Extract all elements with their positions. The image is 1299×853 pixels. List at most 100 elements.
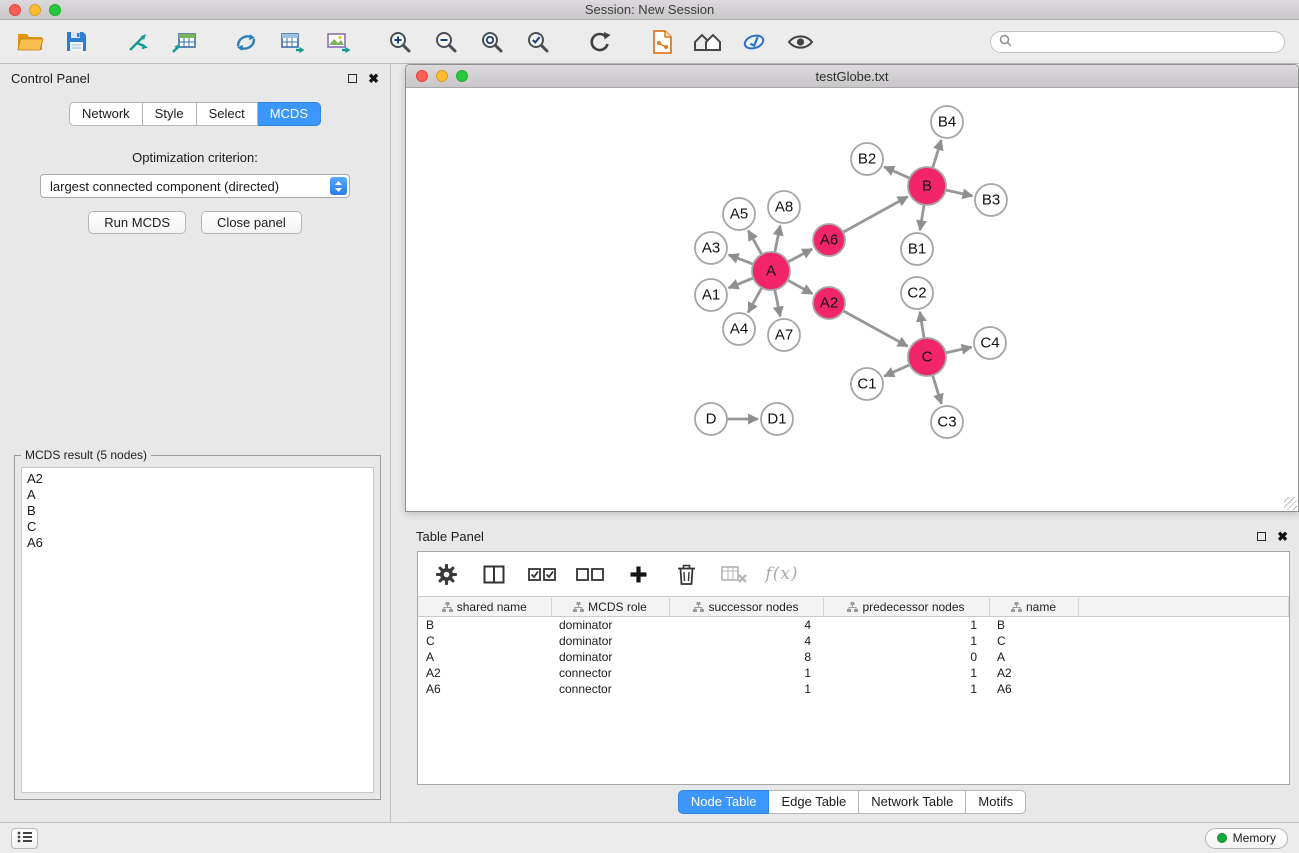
- table-row[interactable]: A2connector11A2: [418, 665, 1289, 681]
- cell[interactable]: dominator: [551, 649, 669, 665]
- cell[interactable]: 1: [823, 633, 989, 649]
- cell[interactable]: A6: [989, 681, 1078, 697]
- share-network-icon[interactable]: [230, 26, 262, 58]
- open-folder-icon[interactable]: [14, 26, 46, 58]
- table-row[interactable]: A6connector11A6: [418, 681, 1289, 697]
- zoom-selected-icon[interactable]: [522, 26, 554, 58]
- minimize-window-icon[interactable]: [29, 4, 41, 16]
- column-icon[interactable]: [480, 560, 508, 588]
- cell[interactable]: A6: [418, 681, 551, 697]
- cell[interactable]: connector: [551, 665, 669, 681]
- settings-gear-icon[interactable]: [432, 560, 460, 588]
- node-C4[interactable]: C4: [974, 327, 1006, 359]
- cell[interactable]: B: [989, 617, 1078, 633]
- tab-select[interactable]: Select: [197, 102, 258, 126]
- zoom-out-icon[interactable]: [430, 26, 462, 58]
- cell[interactable]: A2: [989, 665, 1078, 681]
- cell[interactable]: 1: [823, 665, 989, 681]
- function-fx-icon[interactable]: f(x): [768, 560, 796, 588]
- node-C3[interactable]: C3: [931, 406, 963, 438]
- eye-icon[interactable]: [784, 26, 816, 58]
- add-icon[interactable]: [624, 560, 652, 588]
- refresh-icon[interactable]: [584, 26, 616, 58]
- cell[interactable]: A: [989, 649, 1078, 665]
- cell[interactable]: 8: [669, 649, 823, 665]
- task-history-button[interactable]: [11, 828, 38, 849]
- node-A3[interactable]: A3: [695, 232, 727, 264]
- result-item[interactable]: C: [27, 519, 368, 535]
- close-table-panel-icon[interactable]: ✖: [1277, 530, 1288, 543]
- cell[interactable]: 4: [669, 633, 823, 649]
- home-icon[interactable]: [692, 26, 724, 58]
- result-item[interactable]: A: [27, 487, 368, 503]
- node-C1[interactable]: C1: [851, 368, 883, 400]
- style-check-icon[interactable]: [738, 26, 770, 58]
- cell[interactable]: A2: [418, 665, 551, 681]
- node-B1[interactable]: B1: [901, 233, 933, 265]
- network-canvas[interactable]: B4B2BB3A5A8A6B1A3AC2A1A2A4A7CC4C1C3DD1: [406, 89, 1298, 511]
- close-panel-icon[interactable]: ✖: [368, 72, 379, 85]
- network-zoom-icon[interactable]: [456, 70, 468, 82]
- float-table-panel-icon[interactable]: [1257, 532, 1266, 541]
- node-A[interactable]: A: [752, 252, 790, 290]
- export-image-icon[interactable]: [322, 26, 354, 58]
- column-header-MCDS-role[interactable]: MCDS role: [551, 597, 669, 617]
- zoom-in-icon[interactable]: [384, 26, 416, 58]
- node-A8[interactable]: A8: [768, 191, 800, 223]
- table-row[interactable]: Cdominator41C: [418, 633, 1289, 649]
- resize-grip[interactable]: [1284, 497, 1297, 510]
- node-A2[interactable]: A2: [813, 287, 845, 319]
- column-header-successor-nodes[interactable]: successor nodes: [669, 597, 823, 617]
- node-B[interactable]: B: [908, 167, 946, 205]
- export-table-icon[interactable]: [276, 26, 308, 58]
- optimization-criterion-dropdown[interactable]: largest connected component (directed): [40, 174, 350, 198]
- result-item[interactable]: A6: [27, 535, 368, 551]
- run-mcds-button[interactable]: Run MCDS: [88, 211, 186, 234]
- node-B4[interactable]: B4: [931, 106, 963, 138]
- column-header-shared-name[interactable]: shared name: [418, 597, 551, 617]
- node-D1[interactable]: D1: [761, 403, 793, 435]
- network-minimize-icon[interactable]: [436, 70, 448, 82]
- tab-network-table[interactable]: Network Table: [859, 790, 966, 814]
- result-item[interactable]: A2: [27, 471, 368, 487]
- close-panel-button[interactable]: Close panel: [201, 211, 302, 234]
- tab-mcds[interactable]: MCDS: [258, 102, 321, 126]
- network-close-icon[interactable]: [416, 70, 428, 82]
- cell[interactable]: dominator: [551, 633, 669, 649]
- deselect-all-checks-icon[interactable]: [576, 560, 604, 588]
- tab-motifs[interactable]: Motifs: [966, 790, 1026, 814]
- trash-icon[interactable]: [672, 560, 700, 588]
- cell[interactable]: A: [418, 649, 551, 665]
- cell[interactable]: C: [989, 633, 1078, 649]
- node-A7[interactable]: A7: [768, 319, 800, 351]
- import-network-icon[interactable]: [122, 26, 154, 58]
- tab-network[interactable]: Network: [69, 102, 143, 126]
- node-A1[interactable]: A1: [695, 279, 727, 311]
- cell[interactable]: 1: [823, 617, 989, 633]
- node-B2[interactable]: B2: [851, 143, 883, 175]
- cell[interactable]: 4: [669, 617, 823, 633]
- memory-button[interactable]: Memory: [1205, 828, 1288, 849]
- tab-edge-table[interactable]: Edge Table: [769, 790, 859, 814]
- node-A5[interactable]: A5: [723, 198, 755, 230]
- table-row[interactable]: Adominator80A: [418, 649, 1289, 665]
- tab-node-table[interactable]: Node Table: [678, 790, 770, 814]
- close-window-icon[interactable]: [9, 4, 21, 16]
- node-A4[interactable]: A4: [723, 313, 755, 345]
- result-item[interactable]: B: [27, 503, 368, 519]
- table-row[interactable]: Bdominator41B: [418, 617, 1289, 633]
- delete-table-icon[interactable]: [720, 560, 748, 588]
- zoom-window-icon[interactable]: [49, 4, 61, 16]
- search-box[interactable]: [990, 31, 1285, 53]
- node-B3[interactable]: B3: [975, 184, 1007, 216]
- node-A6[interactable]: A6: [813, 224, 845, 256]
- save-icon[interactable]: [60, 26, 92, 58]
- node-C2[interactable]: C2: [901, 277, 933, 309]
- cell[interactable]: 1: [669, 665, 823, 681]
- cell[interactable]: 1: [823, 681, 989, 697]
- cell[interactable]: B: [418, 617, 551, 633]
- cell[interactable]: 1: [669, 681, 823, 697]
- column-header-predecessor-nodes[interactable]: predecessor nodes: [823, 597, 989, 617]
- float-panel-icon[interactable]: [348, 74, 357, 83]
- tab-style[interactable]: Style: [143, 102, 197, 126]
